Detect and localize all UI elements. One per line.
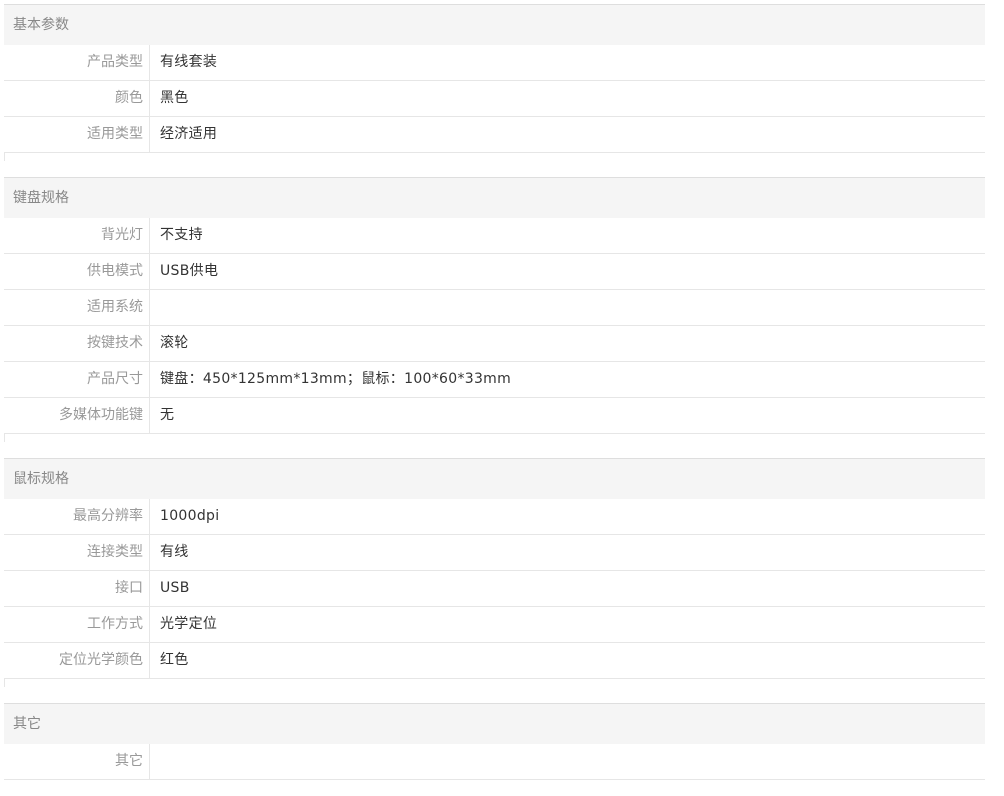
spec-row: 连接类型 有线	[4, 535, 985, 571]
spec-value: USB	[160, 580, 190, 596]
spec-label: 适用系统	[4, 290, 150, 325]
spec-label: 连接类型	[4, 535, 150, 570]
section-keyboard-specs: 键盘规格 背光灯 不支持 供电模式 USB供电 适用系统 按键技术 滚轮 产品尺…	[4, 177, 985, 442]
spec-value: 不支持	[160, 227, 203, 243]
spec-row: 背光灯 不支持	[4, 218, 985, 254]
spec-row: 接口 USB	[4, 571, 985, 607]
spec-label: 颜色	[4, 81, 150, 116]
spec-value: 有线套装	[160, 54, 218, 70]
spec-value	[150, 744, 160, 779]
section-divider	[4, 434, 985, 442]
spec-row: 按键技术 滚轮	[4, 326, 985, 362]
section-divider	[4, 679, 985, 687]
spec-value	[150, 290, 160, 325]
spec-value: 红色	[160, 652, 189, 668]
spec-label: 接口	[4, 571, 150, 606]
spec-row: 适用系统	[4, 290, 985, 326]
spec-row: 定位光学颜色 红色	[4, 643, 985, 679]
spec-value: 经济适用	[160, 126, 218, 142]
spec-value: 键盘：450*125mm*13mm；鼠标：100*60*33mm	[160, 371, 512, 387]
section-title: 鼠标规格	[4, 458, 985, 499]
spec-row: 最高分辨率 1000dpi	[4, 499, 985, 535]
spec-label: 其它	[4, 744, 150, 779]
spec-label: 背光灯	[4, 218, 150, 253]
spec-label: 按键技术	[4, 326, 150, 361]
section-other: 其它 其它	[4, 703, 985, 780]
spec-row: 适用类型 经济适用	[4, 117, 985, 153]
section-title: 其它	[4, 703, 985, 744]
spec-value: 滚轮	[160, 335, 189, 351]
section-title: 键盘规格	[4, 177, 985, 218]
spec-row: 多媒体功能键 无	[4, 398, 985, 434]
spec-label: 定位光学颜色	[4, 643, 150, 678]
spec-value: 1000dpi	[160, 508, 220, 524]
spec-row: 工作方式 光学定位	[4, 607, 985, 643]
spec-value: 无	[160, 407, 175, 423]
section-basic-params: 基本参数 产品类型 有线套装 颜色 黑色 适用类型 经济适用	[4, 4, 985, 161]
spec-label: 供电模式	[4, 254, 150, 289]
spec-value: 黑色	[160, 90, 189, 106]
spec-label: 多媒体功能键	[4, 398, 150, 433]
spec-row: 供电模式 USB供电	[4, 254, 985, 290]
spec-row: 颜色 黑色	[4, 81, 985, 117]
spec-label: 最高分辨率	[4, 499, 150, 534]
spec-value: USB供电	[160, 263, 219, 279]
spec-table: 基本参数 产品类型 有线套装 颜色 黑色 适用类型 经济适用 键盘规格 背光灯 …	[4, 4, 985, 796]
section-divider	[4, 153, 985, 161]
spec-row: 产品类型 有线套装	[4, 45, 985, 81]
spec-label: 适用类型	[4, 117, 150, 152]
spec-label: 工作方式	[4, 607, 150, 642]
spec-label: 产品尺寸	[4, 362, 150, 397]
spec-value: 有线	[160, 544, 189, 560]
section-title: 基本参数	[4, 4, 985, 45]
spec-value: 光学定位	[160, 616, 218, 632]
spec-row: 产品尺寸 键盘：450*125mm*13mm；鼠标：100*60*33mm	[4, 362, 985, 398]
spec-label: 产品类型	[4, 45, 150, 80]
section-mouse-specs: 鼠标规格 最高分辨率 1000dpi 连接类型 有线 接口 USB 工作方式 光…	[4, 458, 985, 687]
